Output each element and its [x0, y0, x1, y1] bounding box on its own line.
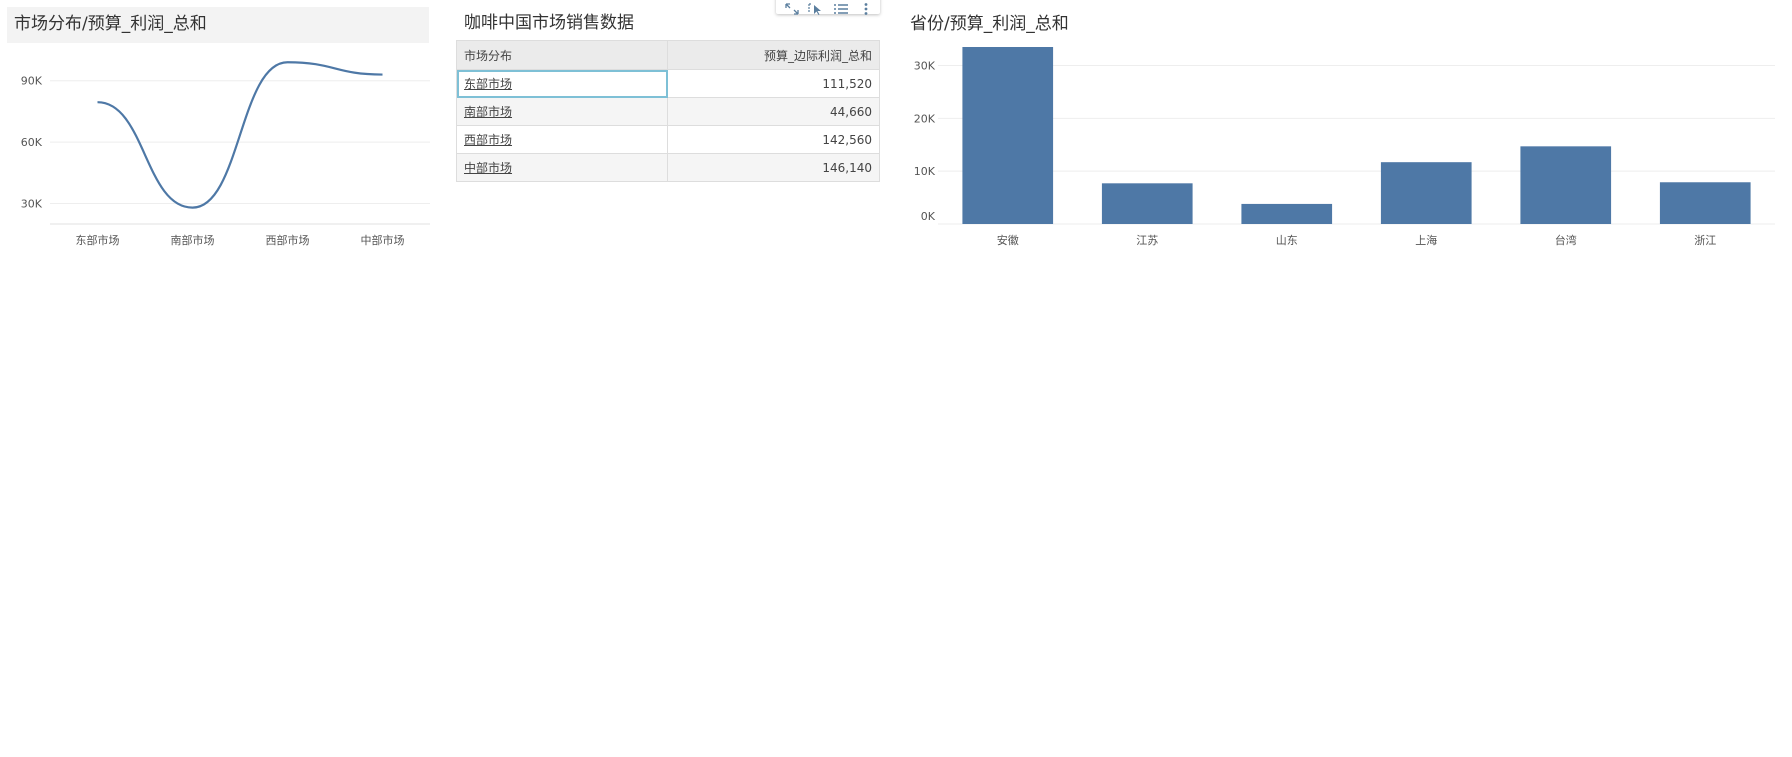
- market-link[interactable]: 中部市场: [464, 161, 512, 175]
- table-row: 中部市场 146,140: [456, 153, 880, 182]
- x-tick-label: 安徽: [997, 233, 1019, 247]
- x-tick-label: 南部市场: [171, 233, 215, 247]
- table-row: 东部市场 111,520: [456, 69, 880, 98]
- x-tick-label: 台湾: [1555, 233, 1577, 247]
- y-tick-label: 90K: [21, 75, 43, 88]
- x-tick-label: 浙江: [1694, 234, 1716, 247]
- data-point[interactable]: [190, 205, 195, 210]
- more-vertical-icon[interactable]: [858, 0, 876, 15]
- bar[interactable]: [1380, 162, 1472, 224]
- line-chart[interactable]: 30K 60K 90K 东部市场 南部市场 西部市场 中部市场: [0, 44, 440, 254]
- y-tick-label: 10K: [914, 165, 936, 178]
- y-tick-label: 0K: [921, 210, 936, 223]
- table-cell-value[interactable]: 142,560: [667, 125, 880, 154]
- x-tick-label: 西部市场: [266, 233, 310, 247]
- bar[interactable]: [962, 47, 1054, 224]
- table-title: 咖啡中国市场销售数据: [464, 13, 634, 33]
- bar-chart[interactable]: 0K 10K 20K 30K 安徽 江苏 山东 上海 台湾 浙江: [900, 44, 1780, 254]
- table-cell-market[interactable]: 中部市场: [456, 153, 668, 182]
- table-row: 西部市场 142,560: [456, 125, 880, 154]
- market-link[interactable]: 东部市场: [464, 77, 512, 91]
- bar[interactable]: [1101, 183, 1193, 224]
- y-tick-label: 30K: [21, 198, 43, 211]
- x-tick-label: 中部市场: [361, 233, 405, 247]
- cursor-select-icon[interactable]: [808, 0, 826, 15]
- market-link[interactable]: 南部市场: [464, 105, 512, 119]
- data-point[interactable]: [95, 100, 100, 105]
- bar[interactable]: [1520, 146, 1612, 224]
- y-tick-label: 60K: [21, 136, 43, 149]
- dashboard-canvas: 市场分布/预算_利润_总和 30K 60K 90K 东部市场 南部市场 西部市场 中部市场 …: [0, 0, 1792, 757]
- bar[interactable]: [1659, 182, 1751, 224]
- widget-toolbar: [776, 0, 880, 15]
- table-cell-value[interactable]: 146,140: [667, 153, 880, 182]
- expand-icon[interactable]: [784, 0, 802, 15]
- market-link[interactable]: 西部市场: [464, 133, 512, 147]
- table-cell-value[interactable]: 44,660: [667, 97, 880, 126]
- table-header-row: 市场分布 预算_边际利润_总和: [456, 40, 880, 70]
- sales-data-table: 市场分布 预算_边际利润_总和 东部市场 111,520 南部市场 44,660…: [456, 40, 880, 182]
- y-tick-label: 30K: [914, 59, 936, 72]
- bar[interactable]: [1241, 203, 1333, 224]
- table-cell-market[interactable]: 西部市场: [456, 125, 668, 154]
- table-cell-market[interactable]: 南部市场: [456, 97, 668, 126]
- table-cell-value[interactable]: 111,520: [667, 69, 880, 98]
- x-tick-label: 上海: [1415, 233, 1437, 247]
- x-tick-label: 江苏: [1136, 234, 1158, 247]
- y-tick-label: 20K: [914, 112, 936, 125]
- column-header-profit[interactable]: 预算_边际利润_总和: [667, 40, 880, 70]
- data-point[interactable]: [380, 72, 385, 77]
- x-tick-label: 东部市场: [76, 233, 120, 247]
- x-tick-label: 山东: [1276, 234, 1298, 247]
- line-chart-title: 市场分布/预算_利润_总和: [14, 14, 207, 34]
- table-cell-market[interactable]: 东部市场: [456, 69, 668, 98]
- table-row: 南部市场 44,660: [456, 97, 880, 126]
- line-series[interactable]: [97, 61, 383, 209]
- column-header-market[interactable]: 市场分布: [456, 40, 668, 70]
- data-point[interactable]: [285, 60, 290, 65]
- bar-chart-title: 省份/预算_利润_总和: [910, 14, 1069, 34]
- list-icon[interactable]: [833, 0, 851, 14]
